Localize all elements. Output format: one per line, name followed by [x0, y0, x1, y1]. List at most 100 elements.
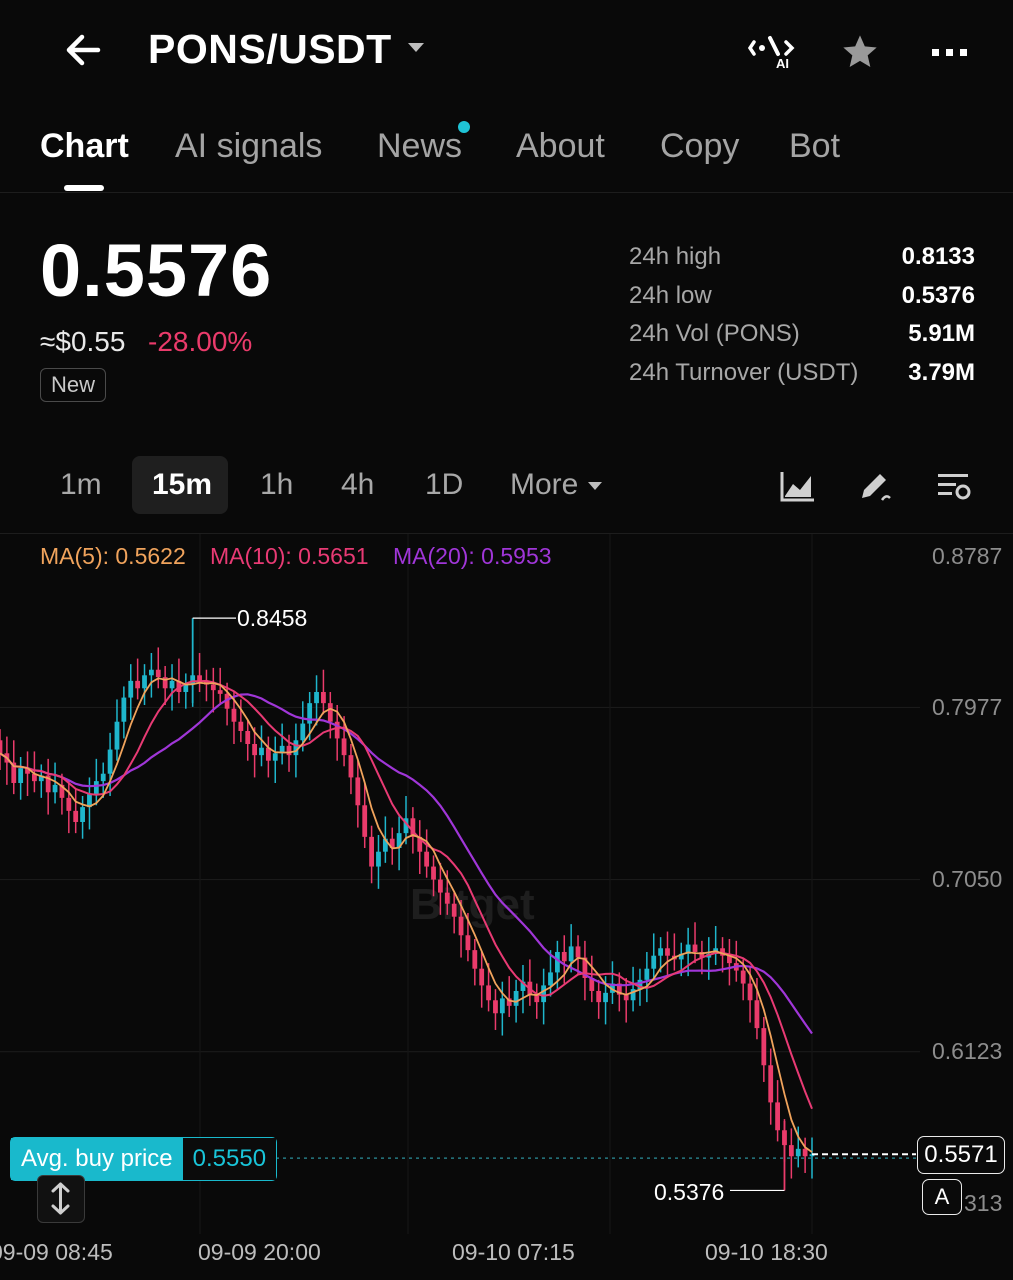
candle-body — [665, 948, 670, 956]
new-badge: New — [40, 368, 106, 402]
more-dropdown-caret-icon[interactable] — [588, 482, 602, 490]
x-axis-tick: 09-09 08:45 — [0, 1239, 113, 1265]
back-arrow-icon[interactable] — [62, 28, 106, 72]
timeframe-1h[interactable]: 1h — [260, 468, 293, 502]
tab-bot[interactable]: Bot — [789, 127, 840, 166]
favorite-star-icon[interactable] — [836, 28, 884, 76]
tab-chart[interactable]: Chart — [40, 127, 129, 166]
candle-body — [458, 916, 464, 936]
candle-body — [596, 990, 602, 1003]
candle-body — [754, 1000, 760, 1029]
candle-body — [66, 797, 72, 811]
candle-body — [155, 669, 161, 678]
ma10-indicator: MA(10): 0.5651 — [210, 543, 369, 569]
x-axis-tick: 09-09 20:00 — [198, 1239, 321, 1265]
current-price-label: 0.5571 — [917, 1136, 1005, 1174]
candle-body — [348, 755, 354, 778]
tab-about[interactable]: About — [516, 127, 605, 166]
more-options-icon[interactable] — [926, 28, 974, 76]
trading-pair-title[interactable]: PONS/USDT — [148, 26, 392, 73]
avg-buy-price-value: 0.5550 — [182, 1138, 277, 1180]
candle-body — [575, 946, 581, 958]
timeframe-15m[interactable]: 15m — [152, 468, 212, 502]
candle-body — [80, 807, 85, 822]
candle-body — [486, 985, 491, 1001]
ma5-line — [0, 677, 813, 1153]
candle-body — [499, 998, 505, 1014]
candle-body — [238, 721, 244, 732]
candle-body — [321, 692, 326, 704]
timeframe-more[interactable]: More — [510, 468, 578, 502]
candle-body — [217, 690, 223, 694]
candle-body — [658, 948, 664, 956]
avg-buy-price-label: Avg. buy price — [11, 1138, 183, 1180]
chart-type-icon[interactable] — [778, 466, 822, 506]
candle-body — [747, 983, 753, 1001]
candle-body — [142, 675, 147, 689]
candle-body — [548, 972, 553, 986]
candle-body — [424, 851, 430, 867]
drawing-tool-icon[interactable] — [856, 466, 900, 506]
candle-body — [293, 740, 299, 756]
candle-body — [692, 944, 698, 952]
candle-body — [107, 749, 113, 774]
candle-body — [300, 723, 306, 741]
indicator-settings-icon[interactable] — [934, 466, 978, 506]
candle-body — [465, 935, 471, 951]
x-axis-tick: 09-10 07:15 — [452, 1239, 575, 1265]
candle-body — [93, 781, 99, 795]
candle-body — [121, 697, 127, 722]
candle-body — [651, 955, 657, 969]
pair-dropdown-caret-icon[interactable] — [408, 43, 424, 52]
candle-body — [135, 680, 141, 689]
tab-news[interactable]: News — [377, 127, 462, 166]
candle-body — [327, 703, 333, 722]
candle-body — [513, 990, 519, 1006]
timeframe-1d[interactable]: 1D — [425, 468, 463, 502]
candle-body — [0, 740, 3, 754]
last-price: 0.5576 — [40, 229, 273, 312]
candle-body — [568, 946, 574, 962]
candle-body — [768, 1065, 774, 1103]
candle-body — [272, 753, 278, 761]
stat-24h-low-label: 24h low — [629, 282, 712, 309]
ai-assistant-icon[interactable]: AI — [748, 28, 796, 76]
y-axis-tick: 0.8787 — [932, 543, 1003, 569]
candle-body — [376, 851, 381, 867]
candle-body — [802, 1148, 808, 1157]
candle-body — [438, 879, 443, 893]
timeframe-1m[interactable]: 1m — [60, 468, 102, 502]
ai-badge-text: AI — [776, 56, 789, 71]
candle-body — [210, 684, 216, 691]
candle-body — [761, 1028, 767, 1066]
candle-body — [603, 992, 608, 1003]
stat-24h-turnover-label: 24h Turnover (USDT) — [629, 359, 859, 386]
tab-copy[interactable]: Copy — [660, 127, 739, 166]
candle-body — [245, 731, 251, 744]
timeframe-4h[interactable]: 4h — [341, 468, 374, 502]
auto-scale-button[interactable]: A — [922, 1179, 962, 1215]
candle-body — [775, 1102, 780, 1131]
candle-body — [259, 747, 264, 756]
tab-ai-signals[interactable]: AI signals — [175, 127, 322, 166]
candle-body — [286, 745, 292, 756]
candle-body — [314, 692, 319, 704]
candle-body — [18, 768, 24, 783]
candle-body — [795, 1148, 801, 1157]
stat-24h-high-value: 0.8133 — [901, 243, 975, 270]
candle-body — [169, 680, 175, 689]
y-axis-tick: 0.7050 — [932, 866, 1003, 892]
candle-body — [444, 892, 450, 904]
divider — [0, 192, 1013, 193]
candle-body — [197, 675, 202, 681]
partial-price-label: 313 — [964, 1190, 1003, 1216]
high-price-callout: 0.8458 — [237, 605, 308, 631]
candle-body — [561, 951, 567, 962]
approx-usd-price: ≈$0.55 — [40, 326, 126, 357]
drag-handle-icon[interactable] — [37, 1175, 85, 1223]
active-tab-indicator — [64, 185, 104, 191]
candle-body — [740, 970, 746, 984]
stat-24h-volume-label: 24h Vol (PONS) — [629, 320, 800, 347]
y-axis-tick: 0.6123 — [932, 1038, 1003, 1064]
candle-body — [252, 743, 258, 756]
